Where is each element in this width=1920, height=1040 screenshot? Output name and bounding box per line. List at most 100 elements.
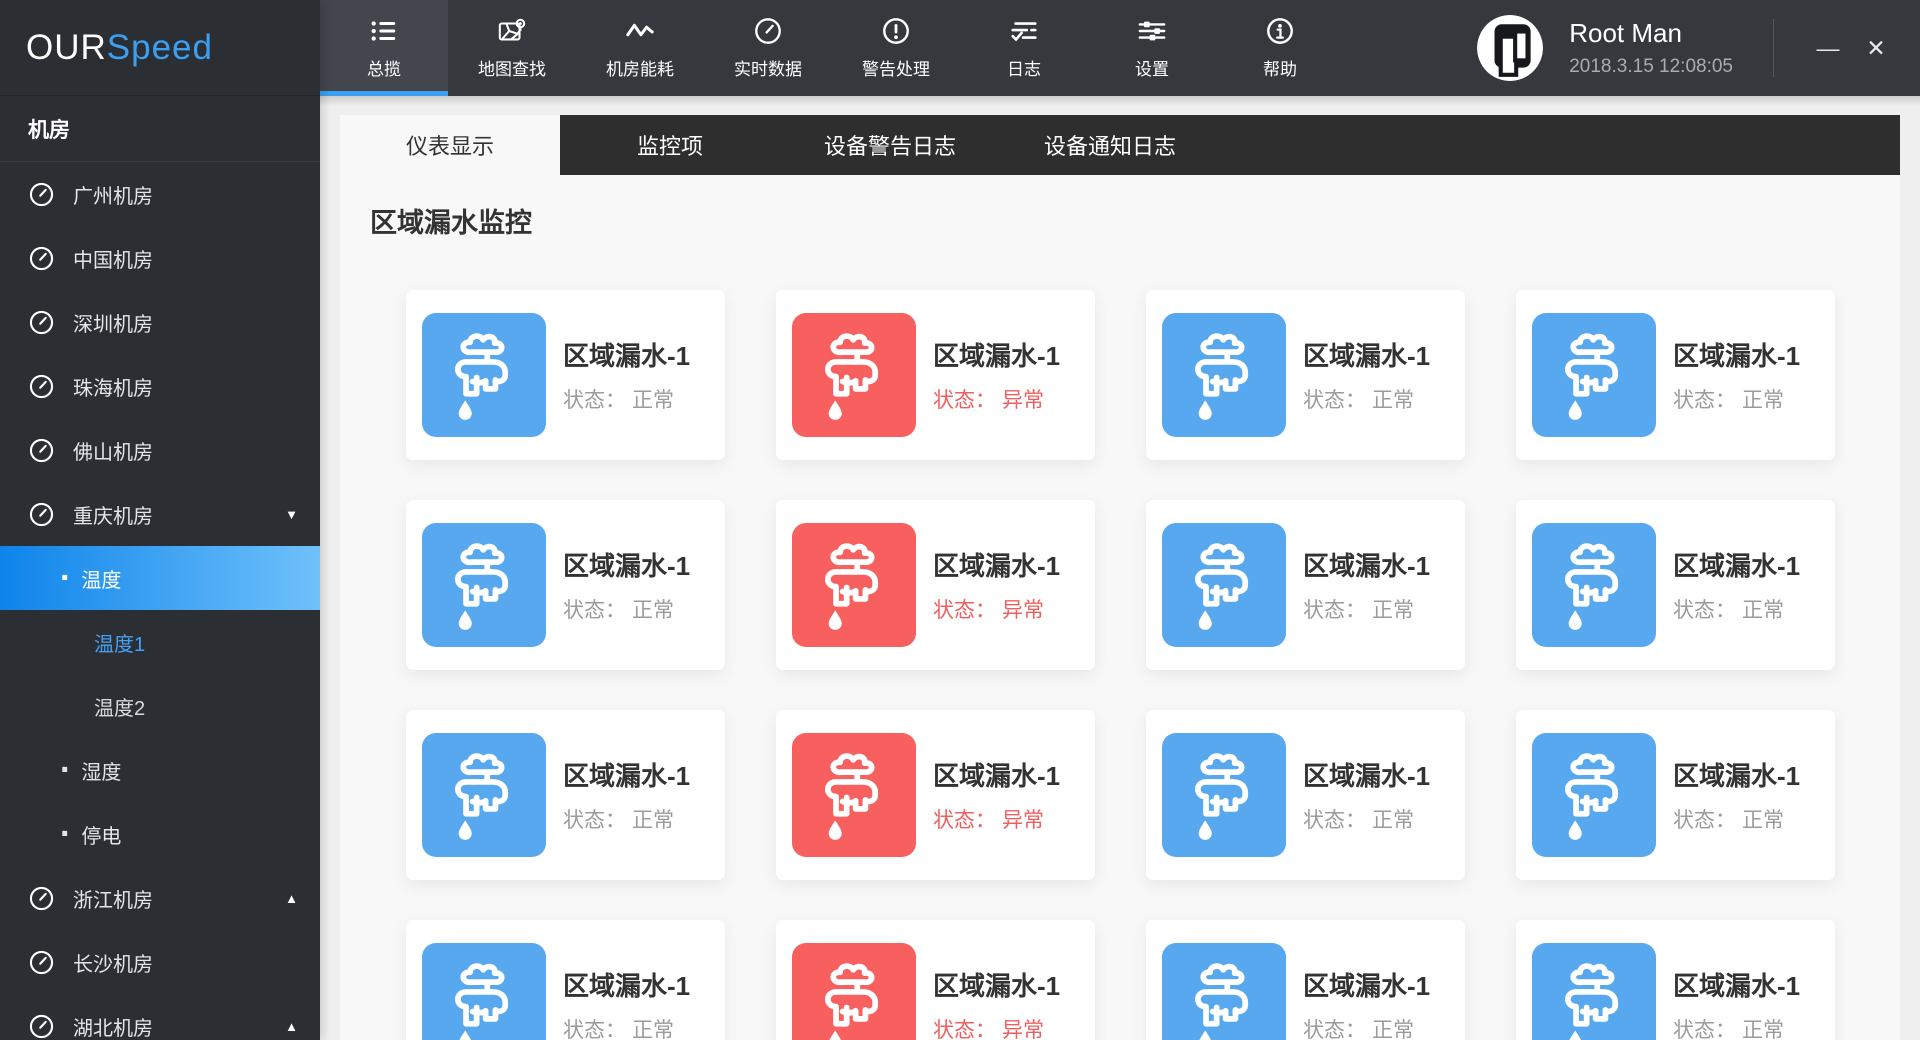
sidebar-item-label: 珠海机房 — [73, 377, 153, 400]
caret-icon[interactable]: ▲ — [285, 1019, 298, 1034]
device-status: 状态： 正常 — [1303, 594, 1430, 624]
log-icon — [1009, 16, 1039, 46]
status-value: 正常 — [1372, 599, 1414, 622]
status-label: 状态： — [933, 809, 996, 832]
device-status: 状态： 正常 — [563, 594, 690, 624]
sidebar: OUR Speed 机房 广州机房 中国机房 深圳机房 珠海机房 佛山机房 重庆… — [0, 0, 320, 1040]
bullet-dot-icon: · — [60, 559, 72, 597]
status-label: 状态： — [563, 599, 626, 622]
nav-item[interactable]: 地图查找 — [448, 0, 576, 96]
device-card[interactable]: 区域漏水-1 状态： 异常 — [776, 500, 1095, 670]
status-value: 正常 — [1742, 389, 1784, 412]
brand-logo: OUR Speed — [0, 0, 320, 96]
device-status: 状态： 正常 — [1673, 1014, 1800, 1040]
device-card[interactable]: 区域漏水-1 状态： 正常 — [406, 710, 725, 880]
faucet-icon — [422, 943, 546, 1040]
gauge-icon — [28, 373, 55, 400]
nav-item-label: 地图查找 — [478, 60, 546, 79]
tab-label: 设备警告日志 — [823, 134, 956, 159]
device-card[interactable]: 区域漏水-1 状态： 正常 — [1516, 290, 1835, 460]
nav-item[interactable]: 警告处理 — [832, 0, 960, 96]
sidebar-item[interactable]: 广州机房 — [0, 162, 320, 226]
bullet-dot-icon: · — [60, 815, 72, 853]
sidebar-item-label: 湖北机房 — [73, 1017, 153, 1040]
tab-label: 监控项 — [636, 134, 703, 159]
status-value: 正常 — [632, 1019, 674, 1040]
nav-item[interactable]: 总揽 — [320, 0, 448, 96]
device-card[interactable]: 区域漏水-1 状态： 正常 — [1516, 920, 1835, 1040]
nav-item[interactable]: 日志 — [960, 0, 1088, 96]
sidebar-item[interactable]: 湖北机房 ▲ — [0, 994, 320, 1040]
device-card[interactable]: 区域漏水-1 状态： 正常 — [1516, 500, 1835, 670]
sidebar-item[interactable]: 温度1 — [0, 610, 320, 674]
sidebar-item[interactable]: 深圳机房 — [0, 290, 320, 354]
tab[interactable]: 监控项 — [560, 115, 780, 175]
status-value: 异常 — [1002, 809, 1044, 832]
device-title: 区域漏水-1 — [933, 551, 1061, 581]
sidebar-item[interactable]: · 停电 — [0, 802, 320, 866]
device-card[interactable]: 区域漏水-1 状态： 正常 — [406, 290, 725, 460]
sidebar-item-label: 湿度 — [81, 761, 122, 784]
device-status: 状态： 正常 — [1303, 804, 1430, 834]
tab[interactable]: 设备警告日志 — [780, 115, 1000, 175]
faucet-icon — [792, 313, 916, 437]
close-button[interactable]: ✕ — [1852, 24, 1900, 72]
status-label: 状态： — [933, 389, 996, 412]
device-card[interactable]: 区域漏水-1 状态： 异常 — [776, 710, 1095, 880]
sidebar-item[interactable]: 温度2 — [0, 674, 320, 738]
gauge-icon — [753, 16, 783, 46]
sidebar-item[interactable]: 佛山机房 — [0, 418, 320, 482]
faucet-icon — [422, 733, 546, 857]
status-value: 正常 — [632, 809, 674, 832]
status-label: 状态： — [1303, 389, 1366, 412]
device-title: 区域漏水-1 — [563, 971, 691, 1001]
device-card[interactable]: 区域漏水-1 状态： 正常 — [1146, 920, 1465, 1040]
nav-item-label: 总揽 — [367, 60, 401, 79]
faucet-icon — [422, 313, 546, 437]
avatar[interactable] — [1477, 15, 1544, 81]
app-window: OUR Speed 机房 广州机房 中国机房 深圳机房 珠海机房 佛山机房 重庆… — [0, 0, 1920, 1040]
caret-icon[interactable]: ▲ — [285, 891, 298, 906]
sidebar-item[interactable]: 中国机房 — [0, 226, 320, 290]
status-label: 状态： — [933, 599, 996, 622]
sidebar-item[interactable]: 珠海机房 — [0, 354, 320, 418]
tab[interactable]: 设备通知日志 — [1000, 115, 1220, 175]
device-card[interactable]: 区域漏水-1 状态： 正常 — [406, 920, 725, 1040]
faucet-icon — [1162, 313, 1286, 437]
device-card[interactable]: 区域漏水-1 状态： 异常 — [776, 920, 1095, 1040]
device-card[interactable]: 区域漏水-1 状态： 正常 — [1146, 710, 1465, 880]
sidebar-item[interactable]: · 湿度 — [0, 738, 320, 802]
main-content: 仪表显示 监控项 设备警告日志 设备通知日志 区域漏水监控 区域漏水-1 状态：… — [320, 96, 1920, 1040]
faucet-icon — [1162, 523, 1286, 647]
faucet-icon — [792, 733, 916, 857]
nav-item[interactable]: 机房能耗 — [576, 0, 704, 96]
user-name: Root Man — [1569, 18, 1682, 48]
device-status: 状态： 异常 — [933, 384, 1060, 414]
sidebar-item[interactable]: 重庆机房 ▼ — [0, 482, 320, 546]
faucet-icon — [1532, 313, 1656, 437]
device-card[interactable]: 区域漏水-1 状态： 正常 — [406, 500, 725, 670]
minimize-button[interactable]: — — [1804, 24, 1852, 72]
device-card[interactable]: 区域漏水-1 状态： 异常 — [776, 290, 1095, 460]
device-card[interactable]: 区域漏水-1 状态： 正常 — [1146, 500, 1465, 670]
faucet-icon — [1532, 943, 1656, 1040]
tab[interactable]: 仪表显示 — [340, 115, 560, 175]
device-card[interactable]: 区域漏水-1 状态： 正常 — [1516, 710, 1835, 880]
sidebar-item[interactable]: 长沙机房 — [0, 930, 320, 994]
nav-item[interactable]: 设置 — [1088, 0, 1216, 96]
sidebar-item-label: 浙江机房 — [73, 889, 153, 912]
status-label: 状态： — [563, 1019, 626, 1040]
caret-icon[interactable]: ▼ — [285, 507, 298, 522]
status-label: 状态： — [1673, 599, 1736, 622]
sidebar-item-label: 广州机房 — [73, 185, 153, 208]
nav-item[interactable]: 实时数据 — [704, 0, 832, 96]
device-status: 状态： 异常 — [933, 804, 1060, 834]
gauge-icon — [28, 309, 55, 336]
sidebar-item-label: 佛山机房 — [73, 441, 153, 464]
nav-item[interactable]: 帮助 — [1216, 0, 1344, 96]
sidebar-item[interactable]: 浙江机房 ▲ — [0, 866, 320, 930]
device-card[interactable]: 区域漏水-1 状态： 正常 — [1146, 290, 1465, 460]
sidebar-item-label: 长沙机房 — [73, 953, 153, 976]
status-label: 状态： — [1303, 599, 1366, 622]
sidebar-item[interactable]: · 温度 — [0, 546, 320, 610]
